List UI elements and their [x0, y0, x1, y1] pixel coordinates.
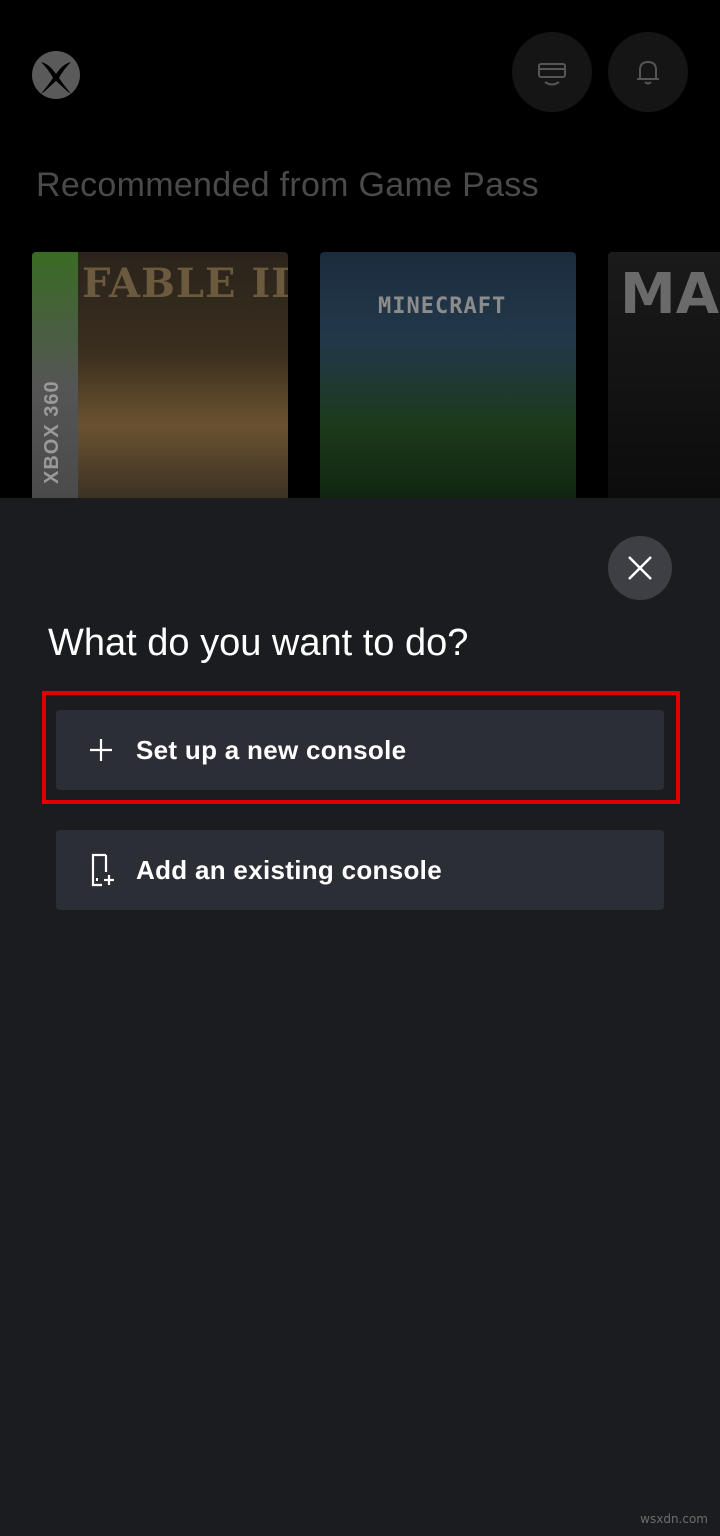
remote-play-button[interactable] — [512, 32, 592, 112]
section-title: Recommended from Game Pass — [36, 166, 539, 204]
xbox-logo-icon — [31, 50, 81, 100]
notifications-button[interactable] — [608, 32, 688, 112]
game-tile-minecraft[interactable]: MINECRAFT — [320, 252, 576, 500]
xbox360-badge: XBOX 360 — [32, 252, 78, 500]
game-tile-max[interactable]: MAX — [608, 252, 720, 500]
highlight-box — [42, 691, 680, 804]
game-art-title: MINECRAFT — [378, 294, 507, 319]
bell-icon — [637, 60, 659, 85]
add-console-icon — [88, 852, 140, 888]
close-button[interactable] — [608, 536, 672, 600]
game-art-title: FABLE III — [82, 260, 288, 307]
xbox360-badge-text: XBOX 360 — [41, 380, 63, 484]
watermark: wsxdn.com — [640, 1512, 708, 1526]
console-remote-icon — [538, 63, 566, 86]
action-label: Add an existing console — [136, 854, 442, 885]
game-art-title: MAX — [620, 262, 720, 327]
add-existing-console-button[interactable]: Add an existing console — [56, 830, 664, 910]
background-home: Recommended from Game Pass XBOX 360 FABL… — [0, 0, 720, 500]
sheet-title: What do you want to do? — [48, 622, 469, 664]
game-tile-fable[interactable]: XBOX 360 FABLE III — [32, 252, 288, 500]
close-icon — [628, 556, 652, 580]
